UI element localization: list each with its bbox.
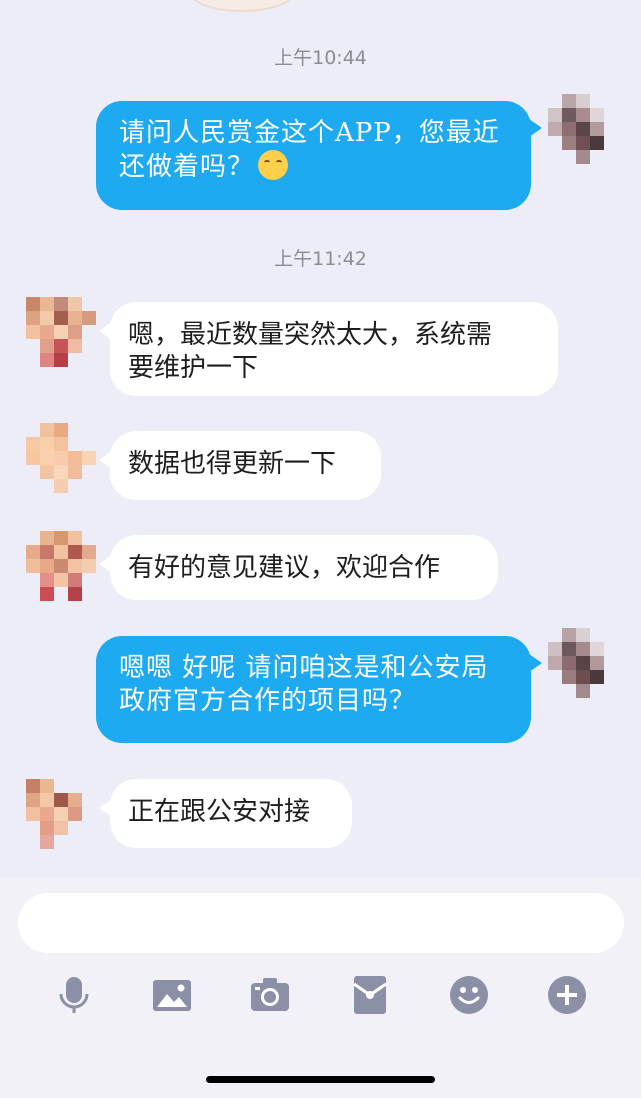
message-line: 嗯，最近数量突然太大，系统需 (128, 320, 493, 350)
smiling-face-emoji (258, 150, 289, 180)
message-line: 嗯嗯 好呢 请问咱这是和公安局 (119, 653, 489, 683)
timestamp: 上午11:42 (274, 248, 367, 270)
message-line: 请问人民赏金这个APP，您最近 (119, 118, 500, 148)
timestamp: 上午10:44 (274, 47, 367, 69)
image-icon[interactable] (152, 975, 192, 1015)
message-line: 有好的意见建议，欢迎合作 (128, 553, 441, 583)
contact-avatar[interactable] (26, 779, 96, 849)
message-line: 要维护一下 (128, 353, 259, 383)
received-message-bubble[interactable]: 数据也得更新一下 (99, 431, 381, 500)
home-indicator[interactable] (206, 1076, 435, 1083)
received-message-bubble[interactable]: 正在跟公安对接 (99, 779, 352, 848)
message-line: 政府官方合作的项目吗？ (119, 686, 417, 716)
emoji-icon[interactable] (449, 975, 489, 1015)
plus-icon[interactable] (547, 975, 587, 1015)
microphone-icon[interactable] (54, 975, 94, 1015)
received-message-bubble[interactable]: 嗯，最近数量突然太大，系统需 要维护一下 (99, 302, 558, 396)
my-avatar[interactable] (548, 94, 618, 164)
previous-avatar (190, 0, 294, 12)
contact-avatar[interactable] (26, 297, 96, 367)
message-line: 数据也得更新一下 (128, 449, 337, 479)
message-line: 还做着吗？ (119, 152, 255, 182)
my-avatar[interactable] (548, 628, 618, 698)
sent-message-bubble[interactable]: 嗯嗯 好呢 请问咱这是和公安局 政府官方合作的项目吗？ (96, 636, 542, 743)
red-packet-icon[interactable] (350, 975, 390, 1015)
message-line: 正在跟公安对接 (128, 797, 311, 827)
contact-avatar[interactable] (26, 531, 96, 601)
sent-message-bubble[interactable]: 请问人民赏金这个APP，您最近 还做着吗？ (96, 101, 542, 210)
contact-avatar[interactable] (26, 423, 96, 493)
received-message-bubble[interactable]: 有好的意见建议，欢迎合作 (99, 535, 498, 600)
camera-icon[interactable] (250, 975, 290, 1015)
message-input[interactable] (18, 893, 624, 953)
